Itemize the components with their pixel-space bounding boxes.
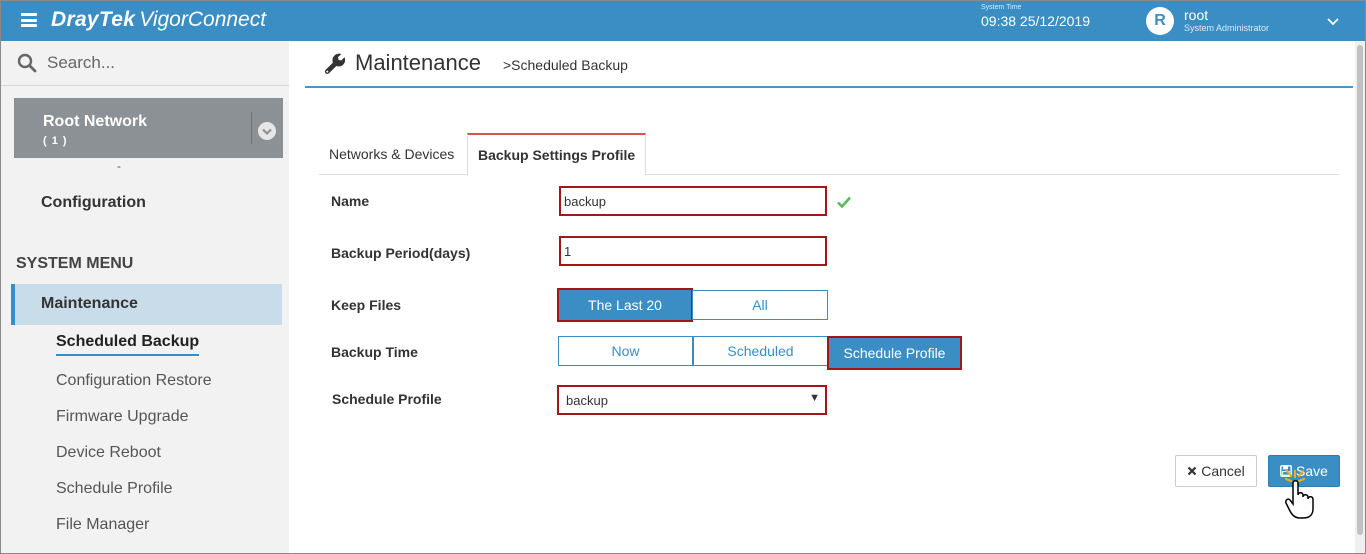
system-menu-heading: SYSTEM MENU (16, 255, 134, 272)
check-icon (837, 196, 851, 209)
brand-name: DrayTek (51, 8, 136, 31)
search-bar (1, 41, 289, 86)
separator-dash: - (117, 159, 121, 173)
app-window: DrayTek VigorConnect System Time 09:38 25… (0, 0, 1366, 554)
schedule-profile-value: backup (566, 393, 608, 408)
top-bar: DrayTek VigorConnect System Time 09:38 25… (1, 1, 1365, 41)
product-name: VigorConnect (139, 8, 267, 31)
keep-last-20-button[interactable]: The Last 20 (559, 290, 691, 320)
sidebar-item-configuration[interactable]: Configuration (41, 194, 146, 212)
app-logo: DrayTek VigorConnect (51, 8, 266, 32)
name-field[interactable] (559, 186, 827, 216)
close-icon (1187, 466, 1197, 476)
main-content: Maintenance >Scheduled Backup Networks &… (289, 41, 1365, 553)
chevron-circle-down-icon[interactable] (258, 122, 276, 140)
keep-files-label: Keep Files (331, 297, 402, 313)
root-network-selector[interactable]: Root Network ( 1 ) (14, 98, 283, 158)
sidebar-item-maintenance[interactable]: Maintenance (11, 284, 282, 325)
page-header: Maintenance >Scheduled Backup (305, 41, 1353, 88)
sidebar-item-file-manager[interactable]: File Manager (56, 516, 149, 534)
caret-down-icon: ▼ (809, 392, 820, 404)
avatar[interactable]: R (1146, 7, 1174, 35)
sidebar-item-device-reboot[interactable]: Device Reboot (56, 444, 161, 462)
username[interactable]: root (1184, 7, 1208, 23)
tab-networks-devices[interactable]: Networks & Devices (319, 133, 464, 175)
search-icon (17, 53, 37, 73)
sidebar-item-firmware-upgrade[interactable]: Firmware Upgrade (56, 408, 188, 426)
schedule-profile-select[interactable]: backup ▼ (557, 385, 827, 415)
user-role: System Administrator (1184, 23, 1270, 33)
backup-period-label: Backup Period(days) (331, 245, 471, 261)
system-time-label: System Time (981, 4, 1022, 11)
save-button[interactable]: Save (1268, 455, 1340, 487)
backup-time-schedule-profile-button[interactable]: Schedule Profile (829, 338, 960, 368)
sidebar-item-scheduled-backup[interactable]: Scheduled Backup (56, 333, 200, 356)
keep-all-button[interactable]: All (692, 290, 828, 320)
floppy-disk-icon (1280, 465, 1292, 477)
sidebar-item-configuration-restore[interactable]: Configuration Restore (56, 372, 212, 390)
scrollbar-thumb[interactable] (1357, 45, 1363, 535)
wrench-icon (324, 53, 346, 74)
cancel-button[interactable]: Cancel (1175, 455, 1257, 487)
schedule-profile-label: Schedule Profile (332, 391, 442, 407)
page-title: Maintenance (355, 50, 481, 75)
breadcrumb[interactable]: >Scheduled Backup (503, 57, 628, 73)
backup-period-field[interactable] (559, 236, 827, 266)
system-time: 09:38 25/12/2019 (981, 13, 1090, 29)
sidebar: Root Network ( 1 ) - Configuration SYSTE… (1, 41, 289, 553)
backup-time-scheduled-button[interactable]: Scheduled (693, 336, 828, 366)
search-input[interactable] (47, 49, 277, 77)
cancel-label: Cancel (1201, 463, 1245, 479)
root-network-title: Root Network (43, 113, 147, 130)
root-network-count: ( 1 ) (43, 135, 68, 147)
hamburger-menu-icon[interactable] (21, 13, 37, 27)
backup-time-label: Backup Time (331, 344, 418, 360)
backup-time-now-button[interactable]: Now (558, 336, 693, 366)
save-label: Save (1296, 463, 1328, 479)
sidebar-item-schedule-profile[interactable]: Schedule Profile (56, 480, 173, 498)
name-label: Name (331, 193, 370, 209)
chevron-down-icon[interactable] (1325, 13, 1341, 29)
divider (251, 112, 252, 144)
tab-backup-settings-profile[interactable]: Backup Settings Profile (467, 133, 647, 176)
tab-bar: Networks & Devices Backup Settings Profi… (319, 133, 1339, 176)
sidebar-item-label: Maintenance (41, 295, 138, 312)
